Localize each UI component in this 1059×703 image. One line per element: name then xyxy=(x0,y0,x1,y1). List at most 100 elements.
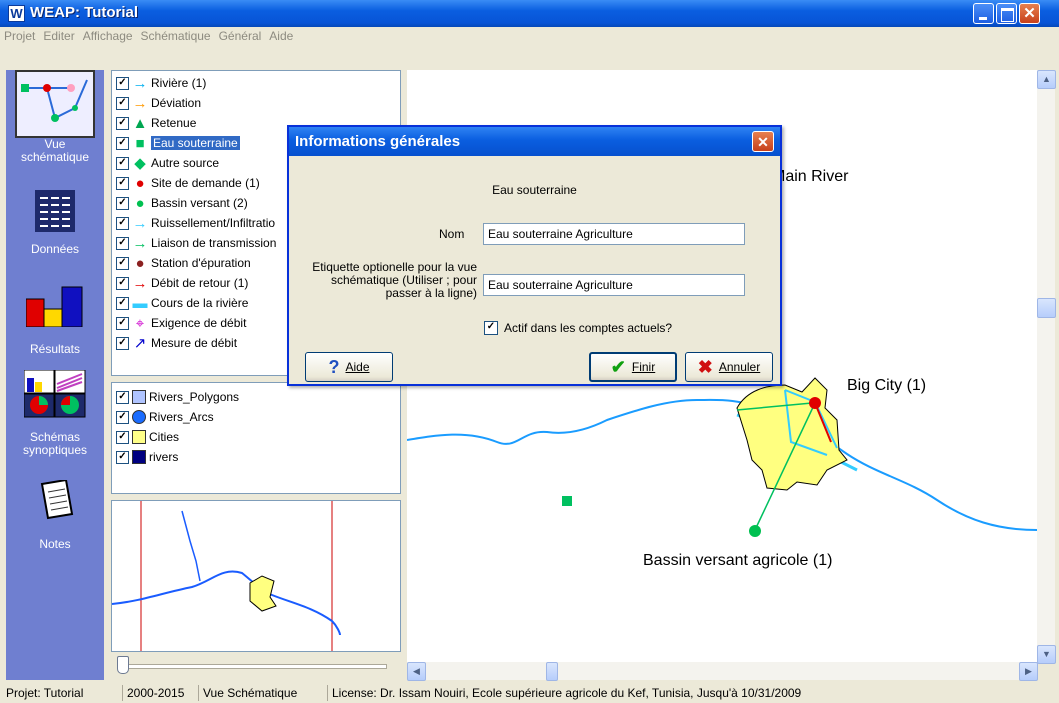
legend-item-label: Liaison de transmission xyxy=(151,236,277,250)
data-view-button[interactable] xyxy=(35,190,75,235)
viewbar-label-notes[interactable]: Notes xyxy=(6,538,104,551)
legend-item-checkbox[interactable]: ✓ xyxy=(116,96,129,110)
legend-item-checkbox[interactable]: ✓ xyxy=(116,76,129,90)
legend-item[interactable]: ✓ ▬ Cours de la rivière xyxy=(116,293,248,313)
active-checkbox[interactable]: ✓ xyxy=(484,321,498,335)
menu-general[interactable]: Général xyxy=(215,27,266,45)
cancel-button[interactable]: ✖ Annuler xyxy=(685,352,773,382)
menu-schematique[interactable]: Schématique xyxy=(137,27,215,45)
legend-item-checkbox[interactable]: ✓ xyxy=(116,136,129,150)
legend-item-checkbox[interactable]: ✓ xyxy=(116,176,129,190)
layer-swatch-icon xyxy=(132,430,146,444)
schematic-icon xyxy=(21,79,88,122)
overviews-view-button[interactable] xyxy=(23,369,86,421)
map-label-agri-catchment: Bassin versant agricole (1) xyxy=(643,552,833,569)
legend-item[interactable]: ✓ ⌖ Exigence de débit xyxy=(116,313,246,333)
legend-item[interactable]: ✓ → Déviation xyxy=(116,93,201,113)
treatment-dot-icon: ● xyxy=(135,254,145,272)
schematic-tag-field[interactable]: Eau souterraine Agriculture xyxy=(483,274,745,296)
active-checkbox-row[interactable]: ✓ Actif dans les comptes actuels? xyxy=(484,321,672,335)
dialog-title-bar[interactable]: Informations générales ✕ xyxy=(289,127,780,156)
legend-item-label: Station d'épuration xyxy=(151,256,251,270)
legend-item[interactable]: ✓ → Rivière (1) xyxy=(116,73,206,93)
legend-item[interactable]: ✓ → Débit de retour (1) xyxy=(116,273,248,293)
legend-item[interactable]: ✓ ● Bassin versant (2) xyxy=(116,193,248,213)
viewbar-label-schematic[interactable]: Vue schématique xyxy=(6,138,104,164)
legend-item[interactable]: ✓ → Ruissellement/Infiltratio xyxy=(116,213,275,233)
scroll-down-button[interactable]: ▼ xyxy=(1037,645,1056,664)
runoff-arrow-icon: → xyxy=(132,214,148,232)
layers-panel: ✓ Rivers_Polygons ✓ Rivers_Arcs ✓ Cities ✓ rive… xyxy=(111,382,401,494)
scroll-right-button[interactable]: ▶ xyxy=(1019,662,1038,681)
viewbar-label-overviews[interactable]: Schémas synoptiques xyxy=(6,431,104,457)
menu-editer[interactable]: Editer xyxy=(39,27,78,45)
legend-item-checkbox[interactable]: ✓ xyxy=(116,276,129,290)
layer-swatch-icon xyxy=(132,450,146,464)
chevron-right-icon: ▶ xyxy=(1025,666,1032,676)
maximize-icon xyxy=(1001,8,1014,22)
title-bar[interactable]: W WEAP: Tutorial ✕ xyxy=(0,0,1059,27)
groundwater-square-icon: ■ xyxy=(135,134,145,152)
legend-item[interactable]: ✓ ● Site de demande (1) xyxy=(116,173,260,193)
overview-zoom-slider[interactable] xyxy=(117,656,387,674)
slider-thumb[interactable] xyxy=(117,656,129,674)
notes-view-button[interactable] xyxy=(38,478,74,523)
layer-item-checkbox[interactable]: ✓ xyxy=(116,410,129,424)
scroll-left-button[interactable]: ◀ xyxy=(407,662,426,681)
legend-item[interactable]: ✓ → Liaison de transmission xyxy=(116,233,276,253)
help-button[interactable]: ? Aide xyxy=(305,352,393,382)
menu-affichage[interactable]: Affichage xyxy=(79,27,137,45)
chevron-left-icon: ◀ xyxy=(413,666,420,676)
menu-aide[interactable]: Aide xyxy=(265,27,297,45)
legend-item-checkbox[interactable]: ✓ xyxy=(116,156,129,170)
layer-item-checkbox[interactable]: ✓ xyxy=(116,430,129,444)
status-bar: Projet: Tutorial 2000-2015 Vue Schématiq… xyxy=(0,683,1059,703)
close-button[interactable]: ✕ xyxy=(1019,3,1040,24)
app-icon: W xyxy=(8,5,25,22)
legend-item-checkbox[interactable]: ✓ xyxy=(116,256,129,270)
finish-button[interactable]: ✔ Finir xyxy=(589,352,677,382)
results-icon xyxy=(25,286,83,328)
viewbar-label-schematic-text: Vue schématique xyxy=(20,137,90,164)
viewbar-label-results[interactable]: Résultats xyxy=(6,343,104,356)
legend-item-label: Mesure de débit xyxy=(151,336,238,350)
overview-map[interactable] xyxy=(111,500,401,652)
legend-item[interactable]: ✓ ↗ Mesure de débit xyxy=(116,333,237,353)
layer-item-checkbox[interactable]: ✓ xyxy=(116,450,129,464)
legend-item-label: Retenue xyxy=(151,116,197,130)
map-horizontal-scrollbar[interactable]: ◀ ▶ xyxy=(407,662,1038,681)
legend-item[interactable]: ✓ ▲ Retenue xyxy=(116,113,196,133)
minimize-button[interactable] xyxy=(973,3,994,24)
vertical-scroll-thumb[interactable] xyxy=(1037,298,1056,318)
legend-item[interactable]: ✓ ◆ Autre source xyxy=(116,153,219,173)
map-vertical-scrollbar[interactable]: ▲ ▼ xyxy=(1037,70,1056,664)
name-field[interactable]: Eau souterraine Agriculture xyxy=(483,223,745,245)
help-button-label: Aide xyxy=(345,360,370,374)
viewbar-label-data[interactable]: Données xyxy=(6,243,104,256)
layer-item[interactable]: ✓ Rivers_Polygons xyxy=(116,387,239,407)
legend-item-checkbox[interactable]: ✓ xyxy=(116,236,129,250)
status-license: License: Dr. Issam Nouiri, Ecole supérie… xyxy=(327,685,801,701)
dialog-close-button[interactable]: ✕ xyxy=(752,131,774,152)
layer-item[interactable]: ✓ Cities xyxy=(116,427,179,447)
results-view-button[interactable] xyxy=(25,285,84,330)
scroll-up-button[interactable]: ▲ xyxy=(1037,70,1056,89)
legend-item-checkbox[interactable]: ✓ xyxy=(116,216,129,230)
name-label: Nom xyxy=(439,227,465,241)
schematic-view-button[interactable] xyxy=(15,70,95,138)
legend-item-label: Rivière (1) xyxy=(151,76,207,90)
horizontal-scroll-thumb[interactable] xyxy=(546,662,558,681)
legend-item-checkbox[interactable]: ✓ xyxy=(116,196,129,210)
layer-item-label: Rivers_Polygons xyxy=(149,390,240,404)
menu-projet[interactable]: Projet xyxy=(0,27,39,45)
layer-item-checkbox[interactable]: ✓ xyxy=(116,390,129,404)
legend-item-checkbox[interactable]: ✓ xyxy=(116,336,129,350)
maximize-button[interactable] xyxy=(996,3,1017,24)
legend-item-checkbox[interactable]: ✓ xyxy=(116,316,129,330)
layer-item[interactable]: ✓ rivers xyxy=(116,447,178,467)
legend-item[interactable]: ✓ ● Station d'épuration xyxy=(116,253,251,273)
legend-item-checkbox[interactable]: ✓ xyxy=(116,116,129,130)
legend-item-checkbox[interactable]: ✓ xyxy=(116,296,129,310)
legend-item[interactable]: ✓ ■ Eau souterraine xyxy=(116,133,240,153)
layer-item[interactable]: ✓ Rivers_Arcs xyxy=(116,407,214,427)
